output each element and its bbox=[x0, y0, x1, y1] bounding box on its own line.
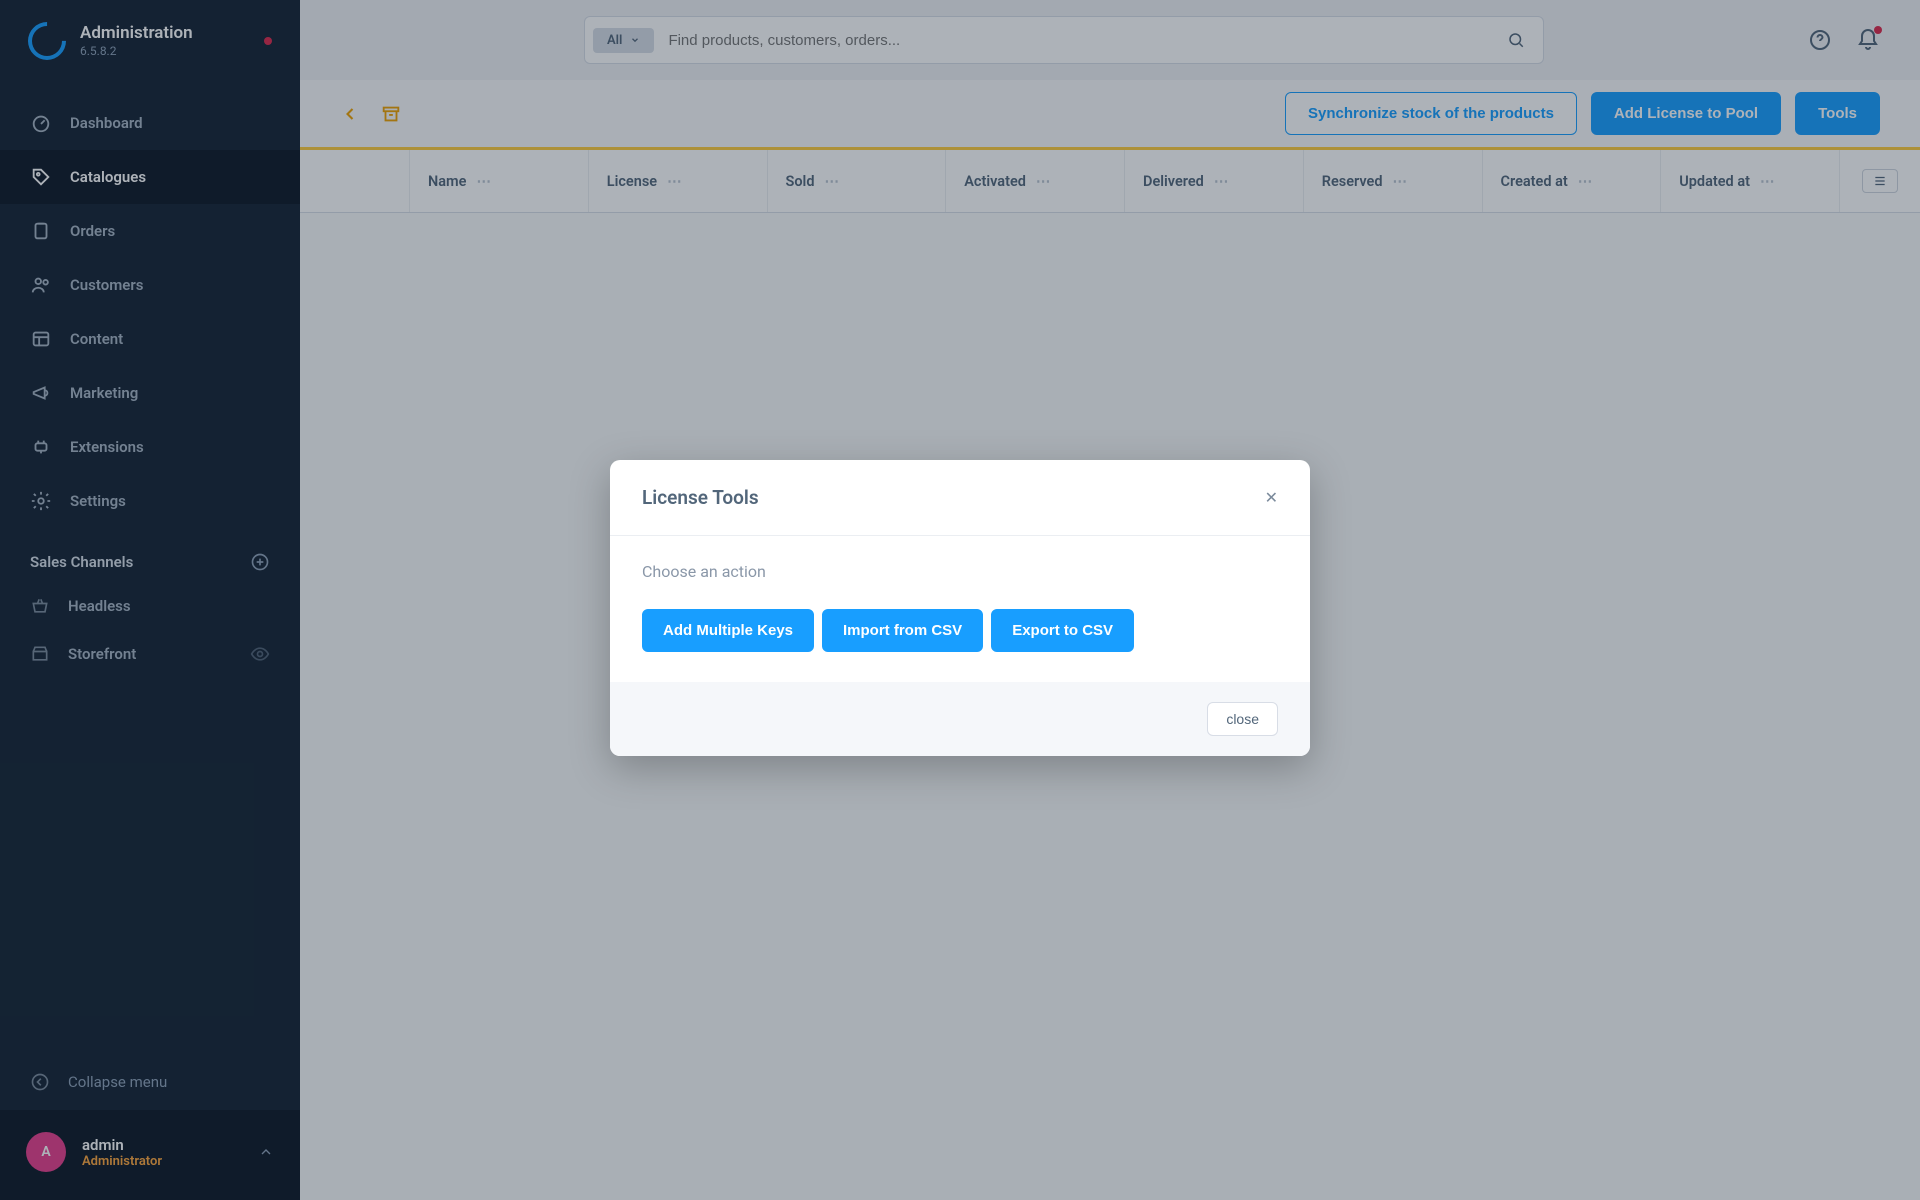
modal-footer: close bbox=[610, 682, 1310, 756]
close-icon[interactable]: ✕ bbox=[1265, 488, 1278, 507]
close-button[interactable]: close bbox=[1207, 702, 1278, 736]
modal-hint: Choose an action bbox=[642, 562, 1278, 581]
modal-title: License Tools bbox=[642, 486, 759, 509]
modal-header: License Tools ✕ bbox=[610, 460, 1310, 536]
add-multiple-keys-button[interactable]: Add Multiple Keys bbox=[642, 609, 814, 652]
modal-body: Choose an action Add Multiple Keys Impor… bbox=[610, 536, 1310, 682]
modal-overlay[interactable]: License Tools ✕ Choose an action Add Mul… bbox=[0, 0, 1920, 1200]
export-csv-button[interactable]: Export to CSV bbox=[991, 609, 1134, 652]
import-csv-button[interactable]: Import from CSV bbox=[822, 609, 983, 652]
license-tools-modal: License Tools ✕ Choose an action Add Mul… bbox=[610, 460, 1310, 756]
